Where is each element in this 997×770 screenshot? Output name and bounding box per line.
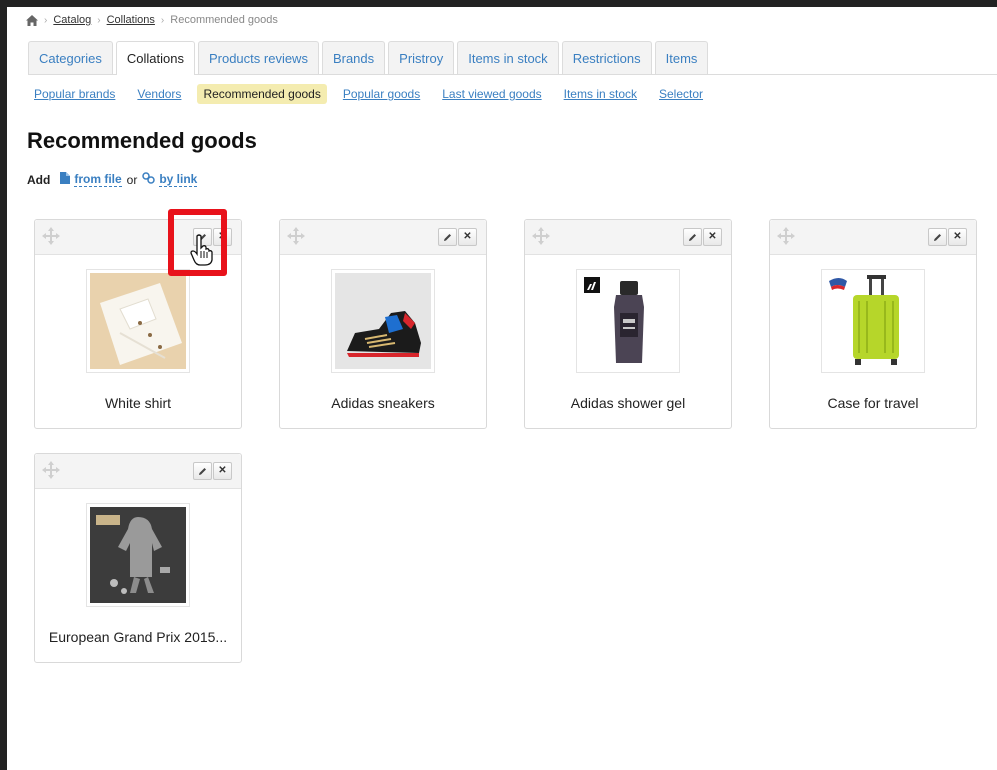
page-title: Recommended goods — [27, 128, 257, 153]
subnav-popular-goods[interactable]: Popular goods — [343, 87, 420, 101]
breadcrumb-separator: › — [97, 14, 101, 26]
travel-case-image — [821, 269, 925, 373]
adidas-sneakers-image — [331, 269, 435, 373]
breadcrumb: › Catalog › Collations › Recommended goo… — [26, 14, 278, 26]
tab-products-reviews[interactable]: Products reviews — [197, 41, 319, 74]
card-header: ✕ — [35, 454, 241, 489]
product-card: ✕ European Grand Prix 2015... — [34, 453, 242, 663]
edit-button[interactable] — [683, 228, 702, 246]
product-title[interactable]: Adidas sneakers — [284, 395, 482, 411]
product-card: ✕ Adidas sneakers — [279, 219, 487, 429]
drag-handle-icon[interactable] — [776, 226, 796, 246]
edit-button[interactable] — [438, 228, 457, 246]
add-from-file-link[interactable]: from file — [74, 172, 122, 187]
breadcrumb-collations[interactable]: Collations — [107, 14, 155, 26]
breadcrumb-catalog[interactable]: Catalog — [53, 14, 91, 26]
adidas-shower-gel-image — [576, 269, 680, 373]
white-shirt-image — [86, 269, 190, 373]
drag-handle-icon[interactable] — [286, 226, 306, 246]
delete-button[interactable]: ✕ — [948, 228, 967, 246]
tab-categories[interactable]: Categories — [28, 41, 113, 74]
main-tabs: Categories Collations Products reviews B… — [28, 41, 997, 75]
file-icon — [60, 172, 71, 187]
edit-button[interactable] — [928, 228, 947, 246]
tab-items[interactable]: Items — [654, 41, 709, 74]
subnav-last-viewed-goods[interactable]: Last viewed goods — [442, 87, 541, 101]
breadcrumb-separator: › — [160, 14, 165, 26]
pencil-icon — [934, 233, 941, 241]
grand-prix-jacket-image — [86, 503, 190, 607]
drag-handle-icon[interactable] — [41, 226, 61, 246]
window-top-border — [0, 0, 997, 7]
product-title[interactable]: Adidas shower gel — [529, 395, 727, 411]
tab-pristroy[interactable]: Pristroy — [388, 41, 455, 74]
breadcrumb-current: Recommended goods — [170, 14, 278, 26]
home-icon[interactable] — [26, 14, 38, 26]
tab-restrictions[interactable]: Restrictions — [561, 41, 652, 74]
pencil-icon — [444, 233, 451, 241]
link-icon — [142, 172, 156, 187]
window-left-border — [0, 0, 7, 770]
pencil-icon — [199, 467, 206, 475]
delete-button[interactable]: ✕ — [458, 228, 477, 246]
subnav-recommended-goods[interactable]: Recommended goods — [197, 84, 327, 104]
product-card: ✕ Case for travel — [769, 219, 977, 429]
add-row: Add from file or by link — [27, 172, 198, 187]
delete-button[interactable]: ✕ — [703, 228, 722, 246]
collation-subnav: Popular brands Vendors Recommended goods… — [34, 84, 725, 104]
product-title[interactable]: Case for travel — [774, 395, 972, 411]
tab-brands[interactable]: Brands — [321, 41, 386, 74]
tab-collations[interactable]: Collations — [115, 41, 195, 75]
product-card: ✕ Adidas shower gel — [524, 219, 732, 429]
product-title[interactable]: White shirt — [39, 395, 237, 411]
subnav-vendors[interactable]: Vendors — [137, 87, 181, 101]
subnav-selector[interactable]: Selector — [659, 87, 703, 101]
card-header: ✕ — [525, 220, 731, 255]
card-header: ✕ — [280, 220, 486, 255]
card-header: ✕ — [770, 220, 976, 255]
add-by-link-link[interactable]: by link — [159, 172, 198, 187]
subnav-popular-brands[interactable]: Popular brands — [34, 87, 115, 101]
add-or-text: or — [126, 172, 138, 187]
pencil-icon — [689, 233, 696, 241]
delete-button[interactable]: ✕ — [213, 462, 232, 480]
product-title[interactable]: European Grand Prix 2015... — [39, 629, 237, 645]
add-label: Add — [27, 172, 51, 187]
edit-button[interactable] — [193, 462, 212, 480]
subnav-items-in-stock[interactable]: Items in stock — [564, 87, 637, 101]
drag-handle-icon[interactable] — [531, 226, 551, 246]
breadcrumb-separator: › — [44, 14, 48, 26]
drag-handle-icon[interactable] — [41, 460, 61, 480]
hand-cursor-icon — [189, 234, 215, 266]
tab-items-in-stock[interactable]: Items in stock — [457, 41, 559, 74]
